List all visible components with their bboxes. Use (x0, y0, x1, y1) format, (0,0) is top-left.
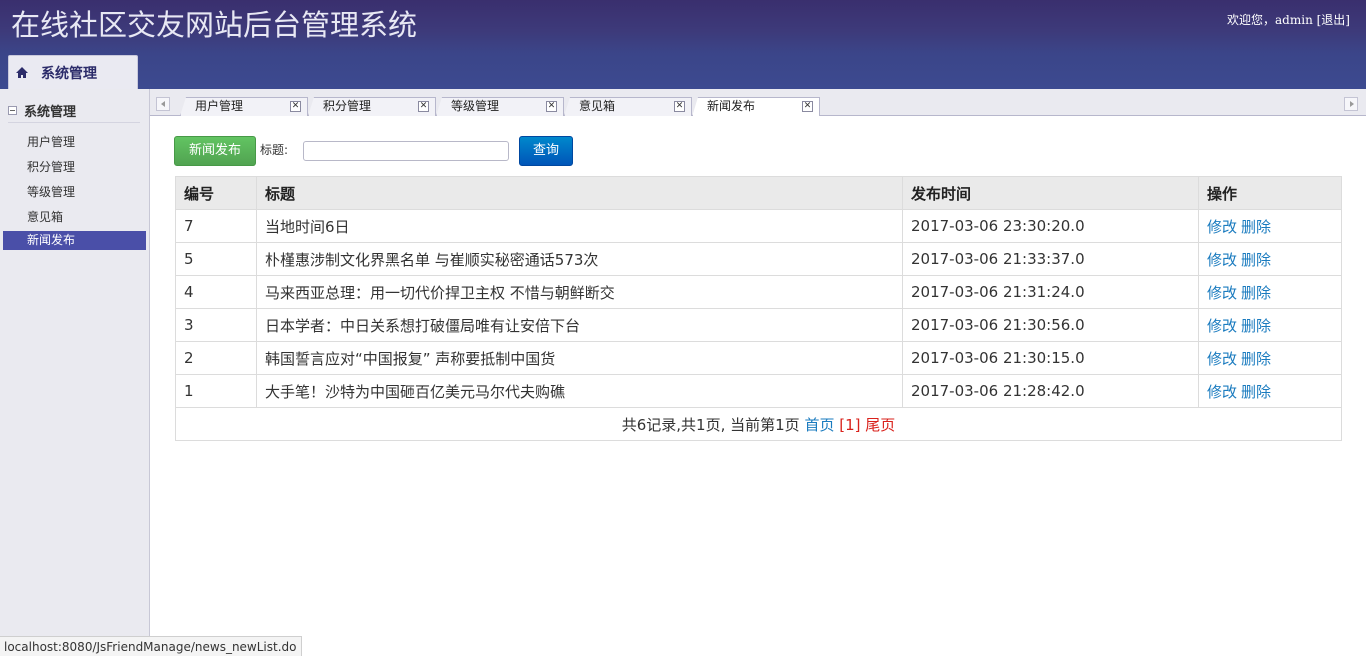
cell-time: 2017-03-06 21:28:42.0 (902, 374, 1199, 408)
cell-title: 韩国誓言应对“中国报复” 声称要抵制中国货 (256, 341, 903, 375)
main-content: 新闻发布 标题: 查询 编号 标题 发布时间 操作 7 当地时间6日 2017-… (150, 116, 1366, 656)
logout-link[interactable]: [退出] (1317, 13, 1350, 27)
collapse-minus-icon[interactable] (8, 106, 17, 115)
edit-link[interactable]: 修改 (1207, 251, 1237, 269)
divider (8, 122, 140, 123)
column-header-time: 发布时间 (902, 176, 1199, 210)
cell-actions: 修改 删除 (1198, 209, 1342, 243)
browser-status-url: localhost:8080/JsFriendManage/news_newLi… (0, 636, 302, 656)
delete-link[interactable]: 删除 (1241, 383, 1271, 401)
tab-scroll-left-icon[interactable] (156, 97, 170, 111)
sidebar-section-header[interactable]: 系统管理 (8, 101, 76, 120)
tab-points[interactable]: 积分管理 ✕ (308, 97, 436, 116)
edit-link[interactable]: 修改 (1207, 284, 1237, 302)
toolbar: 新闻发布 标题: 查询 (174, 136, 674, 166)
close-icon[interactable]: ✕ (290, 101, 301, 112)
tab-label: 用户管理 (195, 99, 244, 113)
sidebar-nav: 用户管理 积分管理 等级管理 意见箱 新闻发布 (3, 131, 146, 250)
tab-news[interactable]: 新闻发布 ✕ (692, 97, 820, 117)
table-row: 3 日本学者：中日关系想打破僵局唯有让安倍下台 2017-03-06 21:30… (175, 308, 1342, 342)
query-button[interactable]: 查询 (519, 136, 573, 166)
tab-strip: 用户管理 ✕ 积分管理 ✕ 等级管理 ✕ 意见箱 ✕ 新闻发布 ✕ (150, 89, 1366, 117)
app-title: 在线社区交友网站后台管理系统 (11, 8, 418, 42)
table-row: 7 当地时间6日 2017-03-06 23:30:20.0 修改 删除 (175, 209, 1342, 243)
tab-label: 新闻发布 (707, 99, 756, 113)
cell-actions: 修改 删除 (1198, 242, 1342, 276)
home-icon (15, 66, 29, 80)
tab-label: 等级管理 (451, 99, 500, 113)
cell-time: 2017-03-06 21:30:56.0 (902, 308, 1199, 342)
menu-tab-label: 系统管理 (41, 65, 97, 82)
tab-label: 意见箱 (579, 99, 616, 113)
cell-title: 当地时间6日 (256, 209, 903, 243)
tab-users[interactable]: 用户管理 ✕ (180, 97, 308, 116)
sidebar-item-points[interactable]: 积分管理 (3, 156, 146, 181)
table-row: 2 韩国誓言应对“中国报复” 声称要抵制中国货 2017-03-06 21:30… (175, 341, 1342, 375)
news-table: 编号 标题 发布时间 操作 7 当地时间6日 2017-03-06 23:30:… (175, 176, 1342, 441)
cell-id: 5 (175, 242, 257, 276)
cell-id: 4 (175, 275, 257, 309)
title-search-input[interactable] (303, 141, 509, 161)
cell-id: 3 (175, 308, 257, 342)
close-icon[interactable]: ✕ (546, 101, 557, 112)
cell-actions: 修改 删除 (1198, 308, 1342, 342)
title-label: 标题: (260, 143, 289, 157)
close-icon[interactable]: ✕ (802, 101, 813, 112)
cell-time: 2017-03-06 21:31:24.0 (902, 275, 1199, 309)
cell-title: 朴槿惠涉制文化界黑名单 与崔顺实秘密通话573次 (256, 242, 903, 276)
tab-label: 积分管理 (323, 99, 372, 113)
tab-scroll-right-icon[interactable] (1344, 97, 1358, 111)
delete-link[interactable]: 删除 (1241, 317, 1271, 335)
menu-tab-system[interactable]: 系统管理 (8, 55, 138, 89)
column-header-id: 编号 (175, 176, 257, 210)
add-news-button[interactable]: 新闻发布 (174, 136, 256, 166)
pager-first-link[interactable]: 首页 (804, 416, 834, 434)
table-row: 1 大手笔！沙特为中国砸百亿美元马尔代夫购礁 2017-03-06 21:28:… (175, 374, 1342, 408)
edit-link[interactable]: 修改 (1207, 383, 1237, 401)
table-row: 5 朴槿惠涉制文化界黑名单 与崔顺实秘密通话573次 2017-03-06 21… (175, 242, 1342, 276)
pager-row: 共6记录,共1页, 当前第1页 首页 [1] 尾页 (175, 407, 1342, 441)
delete-link[interactable]: 删除 (1241, 218, 1271, 236)
cell-title: 大手笔！沙特为中国砸百亿美元马尔代夫购礁 (256, 374, 903, 408)
pager: 共6记录,共1页, 当前第1页 首页 [1] 尾页 (175, 407, 1342, 441)
sidebar-item-users[interactable]: 用户管理 (3, 131, 146, 156)
cell-id: 7 (175, 209, 257, 243)
sidebar-item-levels[interactable]: 等级管理 (3, 181, 146, 206)
close-icon[interactable]: ✕ (674, 101, 685, 112)
cell-actions: 修改 删除 (1198, 374, 1342, 408)
cell-time: 2017-03-06 23:30:20.0 (902, 209, 1199, 243)
pager-current-page[interactable]: [1] (839, 416, 860, 434)
column-header-title: 标题 (256, 176, 903, 210)
cell-id: 1 (175, 374, 257, 408)
edit-link[interactable]: 修改 (1207, 317, 1237, 335)
cell-actions: 修改 删除 (1198, 341, 1342, 375)
delete-link[interactable]: 删除 (1241, 350, 1271, 368)
user-info: 欢迎您，admin [退出] (1227, 11, 1350, 28)
header-bar: 在线社区交友网站后台管理系统 欢迎您，admin [退出] 系统管理 (0, 0, 1366, 89)
close-icon[interactable]: ✕ (418, 101, 429, 112)
cell-time: 2017-03-06 21:30:15.0 (902, 341, 1199, 375)
cell-title: 马来西亚总理：用一切代价捍卫主权 不惜与朝鲜断交 (256, 275, 903, 309)
welcome-text: 欢迎您， (1227, 13, 1276, 27)
sidebar: 系统管理 用户管理 积分管理 等级管理 意见箱 新闻发布 (0, 89, 150, 656)
cell-title: 日本学者：中日关系想打破僵局唯有让安倍下台 (256, 308, 903, 342)
pager-summary: 共6记录,共1页, 当前第1页 (621, 415, 800, 434)
edit-link[interactable]: 修改 (1207, 350, 1237, 368)
column-header-actions: 操作 (1198, 176, 1342, 210)
sidebar-item-news[interactable]: 新闻发布 (3, 231, 146, 250)
cell-time: 2017-03-06 21:33:37.0 (902, 242, 1199, 276)
delete-link[interactable]: 删除 (1241, 284, 1271, 302)
tab-levels[interactable]: 等级管理 ✕ (436, 97, 564, 116)
table-row: 4 马来西亚总理：用一切代价捍卫主权 不惜与朝鲜断交 2017-03-06 21… (175, 275, 1342, 309)
tab-feedback[interactable]: 意见箱 ✕ (564, 97, 692, 116)
edit-link[interactable]: 修改 (1207, 218, 1237, 236)
sidebar-item-feedback[interactable]: 意见箱 (3, 206, 146, 231)
cell-id: 2 (175, 341, 257, 375)
cell-actions: 修改 删除 (1198, 275, 1342, 309)
delete-link[interactable]: 删除 (1241, 251, 1271, 269)
username: admin (1275, 13, 1313, 27)
sidebar-section-title: 系统管理 (24, 105, 77, 120)
pager-last-link[interactable]: 尾页 (865, 416, 895, 434)
table-header-row: 编号 标题 发布时间 操作 (175, 176, 1342, 210)
